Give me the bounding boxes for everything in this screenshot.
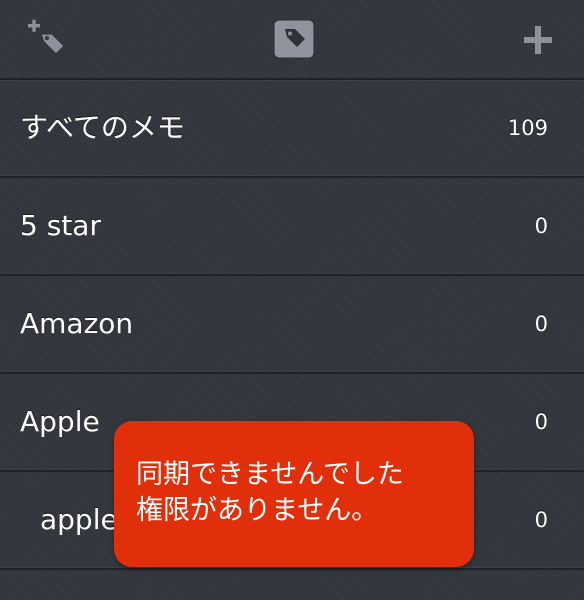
sync-error-toast[interactable]: 同期できませんでした 権限がありません。 bbox=[114, 421, 474, 567]
tag-count: 0 bbox=[534, 410, 548, 434]
toolbar bbox=[0, 0, 584, 80]
plus-icon bbox=[516, 18, 560, 60]
add-tag-icon bbox=[26, 18, 70, 60]
tag-count: 0 bbox=[534, 312, 548, 336]
toast-message-line-2: 権限がありません。 bbox=[136, 495, 379, 526]
tag-row-amazon[interactable]: Amazon 0 bbox=[0, 276, 584, 374]
tag-label: Amazon bbox=[20, 307, 134, 340]
tag-button[interactable] bbox=[272, 18, 316, 60]
tag-count: 109 bbox=[507, 116, 548, 140]
tag-row-5-star[interactable]: 5 star 0 bbox=[0, 178, 584, 276]
tag-count: 0 bbox=[534, 508, 548, 532]
tag-label: Apple bbox=[20, 405, 100, 438]
tag-count: 0 bbox=[534, 214, 548, 238]
tag-label: すべてのメモ bbox=[20, 111, 185, 144]
add-tag-button[interactable] bbox=[26, 18, 70, 60]
tag-icon bbox=[272, 18, 316, 60]
tag-label: 5 star bbox=[20, 209, 101, 242]
tag-label: apple bbox=[40, 503, 118, 536]
add-button[interactable] bbox=[516, 18, 560, 60]
toast-message-line-1: 同期できませんでした bbox=[136, 459, 404, 490]
tag-row-all-notes[interactable]: すべてのメモ 109 bbox=[0, 80, 584, 178]
